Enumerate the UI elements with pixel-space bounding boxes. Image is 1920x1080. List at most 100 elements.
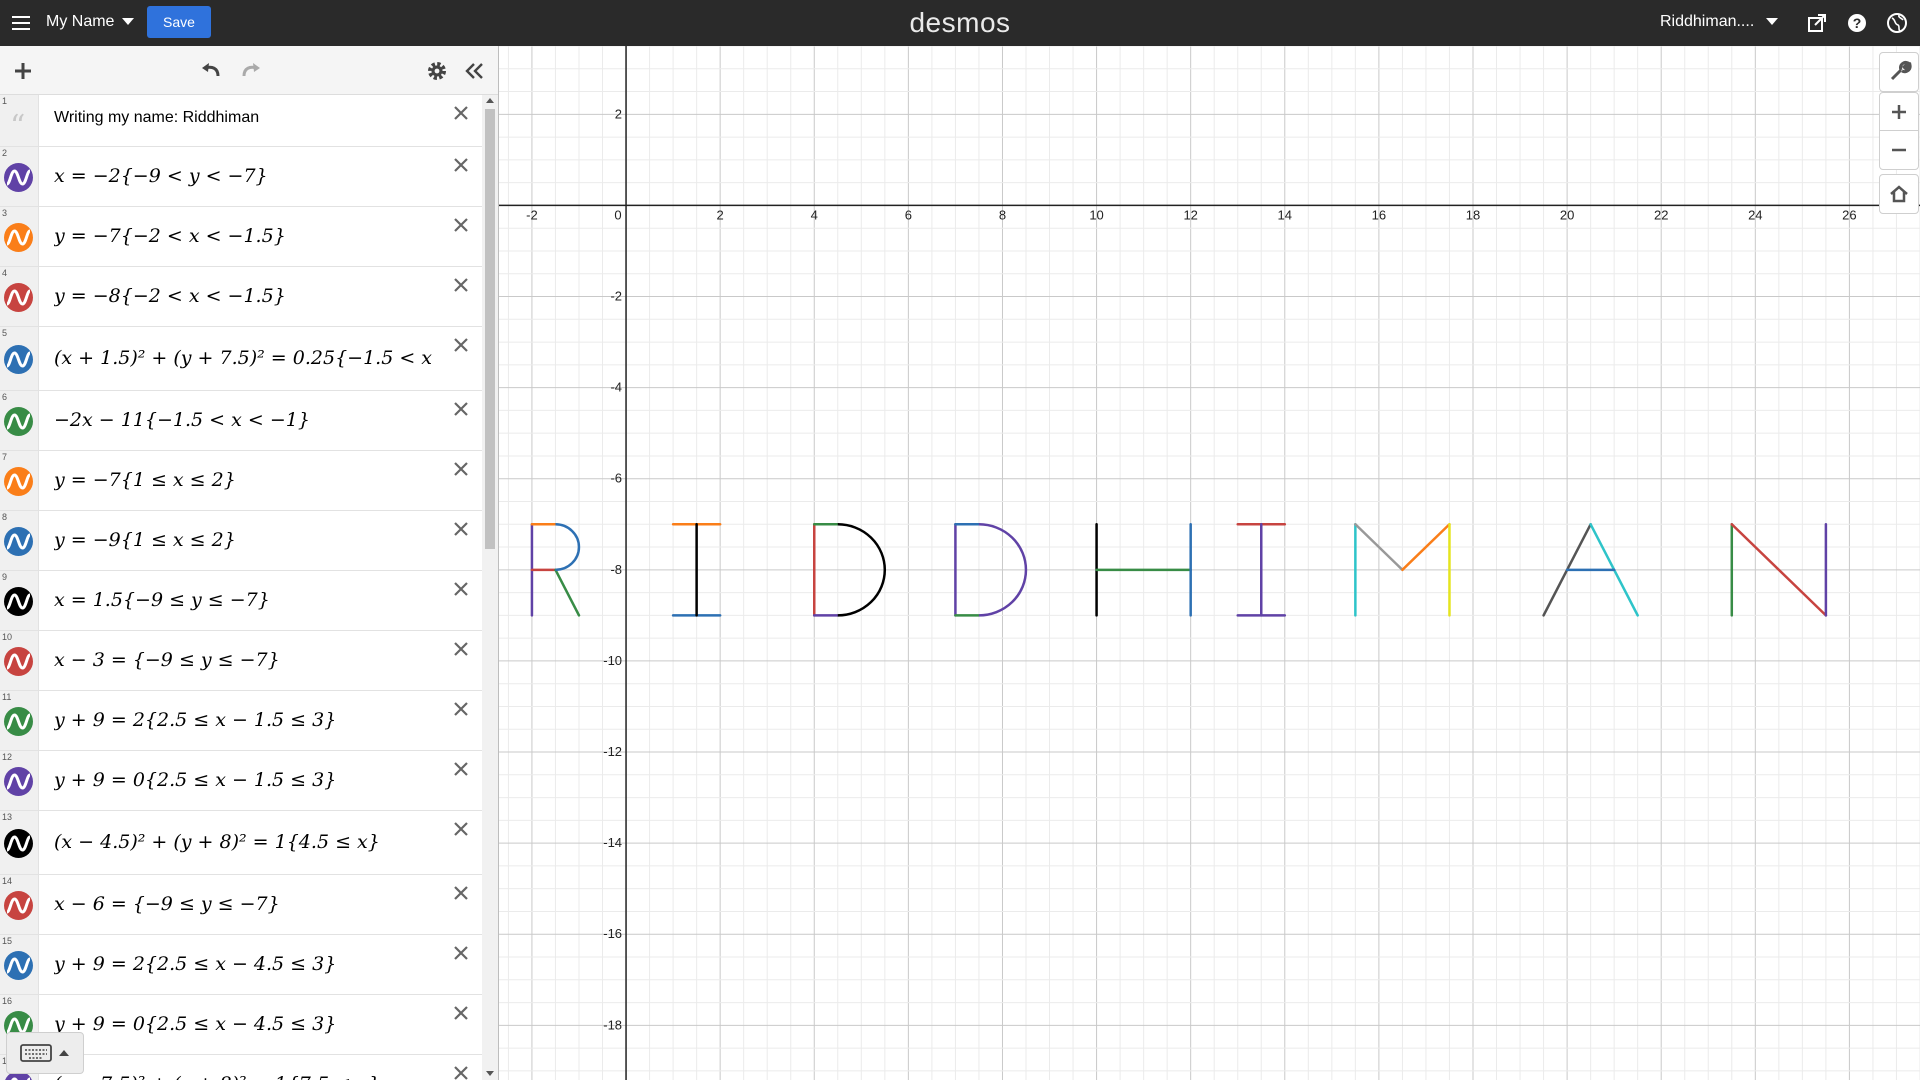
expression-row[interactable]: 14 x − 6 = {−9 ≤ y ≤ −7} [0,875,482,935]
zoom-out-icon [1892,148,1906,152]
graph-style-icon[interactable] [4,282,33,312]
expression-row[interactable]: 13 (x − 4.5)² + (y + 8)² = 1{4.5 ≤ x} [0,811,482,875]
expression-row[interactable]: 6 −2x − 11{−1.5 < x < −1} [0,391,482,451]
delete-expression-icon[interactable] [450,1062,472,1080]
expression-row[interactable]: 8 y = −9{1 ≤ x ≤ 2} [0,511,482,571]
expression-math[interactable]: y + 9 = 2{2.5 ≤ x − 4.5 ≤ 3} [54,953,438,975]
expression-row[interactable]: 11 y + 9 = 2{2.5 ≤ x − 1.5 ≤ 3} [0,691,482,751]
gear-icon[interactable] [424,58,450,84]
x-tick-label: 6 [905,207,912,222]
expression-math[interactable]: y = −9{1 ≤ x ≤ 2} [54,529,438,551]
expression-math[interactable]: −2x − 11{−1.5 < x < −1} [54,409,438,431]
graph-style-icon[interactable] [4,344,33,374]
graph-style-icon[interactable] [4,766,33,796]
expression-row[interactable]: 9 x = 1.5{−9 ≤ y ≤ −7} [0,571,482,631]
expression-math[interactable]: x − 6 = {−9 ≤ y ≤ −7} [54,893,438,915]
zoom-in-button[interactable] [1879,92,1919,132]
scrollbar[interactable] [482,95,498,1080]
double-chevron-left-icon[interactable] [462,58,488,84]
graph-canvas[interactable]: -2 0 2 4 6 8 10 12 14 16 18 20 22 24 262-2-4-6-8-10-12… [499,46,1920,1080]
expression-row[interactable]: 5 (x + 1.5)² + (y + 7.5)² = 0.25{−1.5 < x… [0,327,482,391]
default-viewport-button[interactable] [1879,174,1919,214]
expression-math[interactable]: y = −8{−2 < x < −1.5} [54,285,438,307]
expression-math[interactable]: x = −2{−9 < y < −7} [54,165,438,187]
delete-expression-icon[interactable] [450,578,472,600]
keyboard-toggle-button[interactable] [6,1032,84,1074]
x-tick-label: 16 [1372,207,1386,222]
graph-style-icon[interactable] [4,526,33,556]
delete-expression-icon[interactable] [450,334,472,356]
help-icon[interactable]: ? [1846,12,1868,34]
redo-icon[interactable] [238,58,264,84]
expression-row[interactable]: 3 y = −7{−2 < x < −1.5} [0,207,482,267]
expression-number: 14 [2,876,13,886]
expression-math[interactable]: y + 9 = 0{2.5 ≤ x − 4.5 ≤ 3} [54,1013,438,1035]
delete-expression-icon[interactable] [450,942,472,964]
scroll-up-icon[interactable] [486,98,494,103]
expression-row[interactable]: 12 y + 9 = 0{2.5 ≤ x − 1.5 ≤ 3} [0,751,482,811]
delete-expression-icon[interactable] [450,398,472,420]
expression-row[interactable]: 2 x = −2{−9 < y < −7} [0,147,482,207]
graph-paper[interactable]: -2 0 2 4 6 8 10 12 14 16 18 20 22 24 26 2 -2 -4 -6 -8 -10 -12… [499,46,1920,1080]
scroll-down-icon[interactable] [486,1071,494,1076]
expression-gutter: 15 [0,935,39,994]
x-tick-label: 18 [1466,207,1480,222]
graph-title-menu[interactable]: My Name [46,13,135,31]
graph-style-icon[interactable] [4,162,33,192]
expression-row[interactable]: 4 y = −8{−2 < x < −1.5} [0,267,482,327]
y-tick-label: -6 [610,471,622,486]
graph-style-icon[interactable] [4,586,33,616]
graph-style-icon[interactable] [4,222,33,252]
zoom-out-button[interactable] [1879,130,1919,170]
delete-expression-icon[interactable] [450,274,472,296]
expression-math[interactable]: y + 9 = 0{2.5 ≤ x − 1.5 ≤ 3} [54,769,438,791]
graph-style-icon[interactable] [4,950,33,980]
delete-expression-icon[interactable] [450,154,472,176]
delete-expression-icon[interactable] [450,818,472,840]
user-menu[interactable]: Riddhiman.... [1660,13,1779,31]
delete-expression-icon[interactable] [450,214,472,236]
expression-row[interactable]: 1 “ Writing my name: Riddhiman [0,95,482,147]
graph-style-icon[interactable] [4,828,33,858]
note-text[interactable]: Writing my name: Riddhiman [54,109,438,127]
delete-expression-icon[interactable] [450,638,472,660]
expression-row[interactable]: 7 y = −7{1 ≤ x ≤ 2} [0,451,482,511]
delete-expression-icon[interactable] [450,518,472,540]
y-tick-label: -8 [610,562,622,577]
graph-settings-button[interactable] [1879,52,1919,92]
share-icon[interactable] [1806,12,1828,34]
expression-row[interactable]: 15 y + 9 = 2{2.5 ≤ x − 4.5 ≤ 3} [0,935,482,995]
delete-expression-icon[interactable] [450,1002,472,1024]
expression-math[interactable]: y = −7{−2 < x < −1.5} [54,225,438,247]
expression-math[interactable]: (x − 7.5)² + (y + 8)² = 1{7.5 ≤ x} [54,1073,438,1080]
delete-expression-icon[interactable] [450,458,472,480]
expression-gutter: 12 [0,751,39,810]
expression-math[interactable]: y + 9 = 2{2.5 ≤ x − 1.5 ≤ 3} [54,709,438,731]
delete-expression-icon[interactable] [450,758,472,780]
delete-expression-icon[interactable] [450,102,472,124]
graph-style-icon[interactable] [4,406,33,436]
graph-style-icon[interactable] [4,466,33,496]
expression-math[interactable]: x = 1.5{−9 ≤ y ≤ −7} [54,589,438,611]
expression-math[interactable]: y = −7{1 ≤ x ≤ 2} [54,469,438,491]
globe-icon[interactable] [1886,12,1908,34]
home-icon [1890,185,1908,203]
graph-style-icon[interactable] [4,646,33,676]
delete-expression-icon[interactable] [450,698,472,720]
top-bar: My Name Save desmos Riddhiman.... ? [0,0,1920,46]
expression-math[interactable]: (x − 4.5)² + (y + 8)² = 1{4.5 ≤ x} [54,831,438,853]
save-button[interactable]: Save [147,6,211,38]
graph-style-icon[interactable] [4,706,33,736]
expression-row[interactable]: 10 x − 3 = {−9 ≤ y ≤ −7} [0,631,482,691]
scrollbar-thumb[interactable] [485,109,495,549]
expression-math[interactable]: x − 3 = {−9 ≤ y ≤ −7} [54,649,438,671]
plus-icon[interactable] [10,58,36,84]
expression-math[interactable]: (x + 1.5)² + (y + 7.5)² = 0.25{−1.5 < x … [54,347,438,369]
delete-expression-icon[interactable] [450,882,472,904]
expression-gutter: 6 [0,391,39,450]
y-tick-label: -10 [603,653,622,668]
graph-style-icon[interactable] [4,890,33,920]
undo-icon[interactable] [198,58,224,84]
expression-gutter: 3 [0,207,39,266]
hamburger-icon[interactable] [12,13,30,31]
